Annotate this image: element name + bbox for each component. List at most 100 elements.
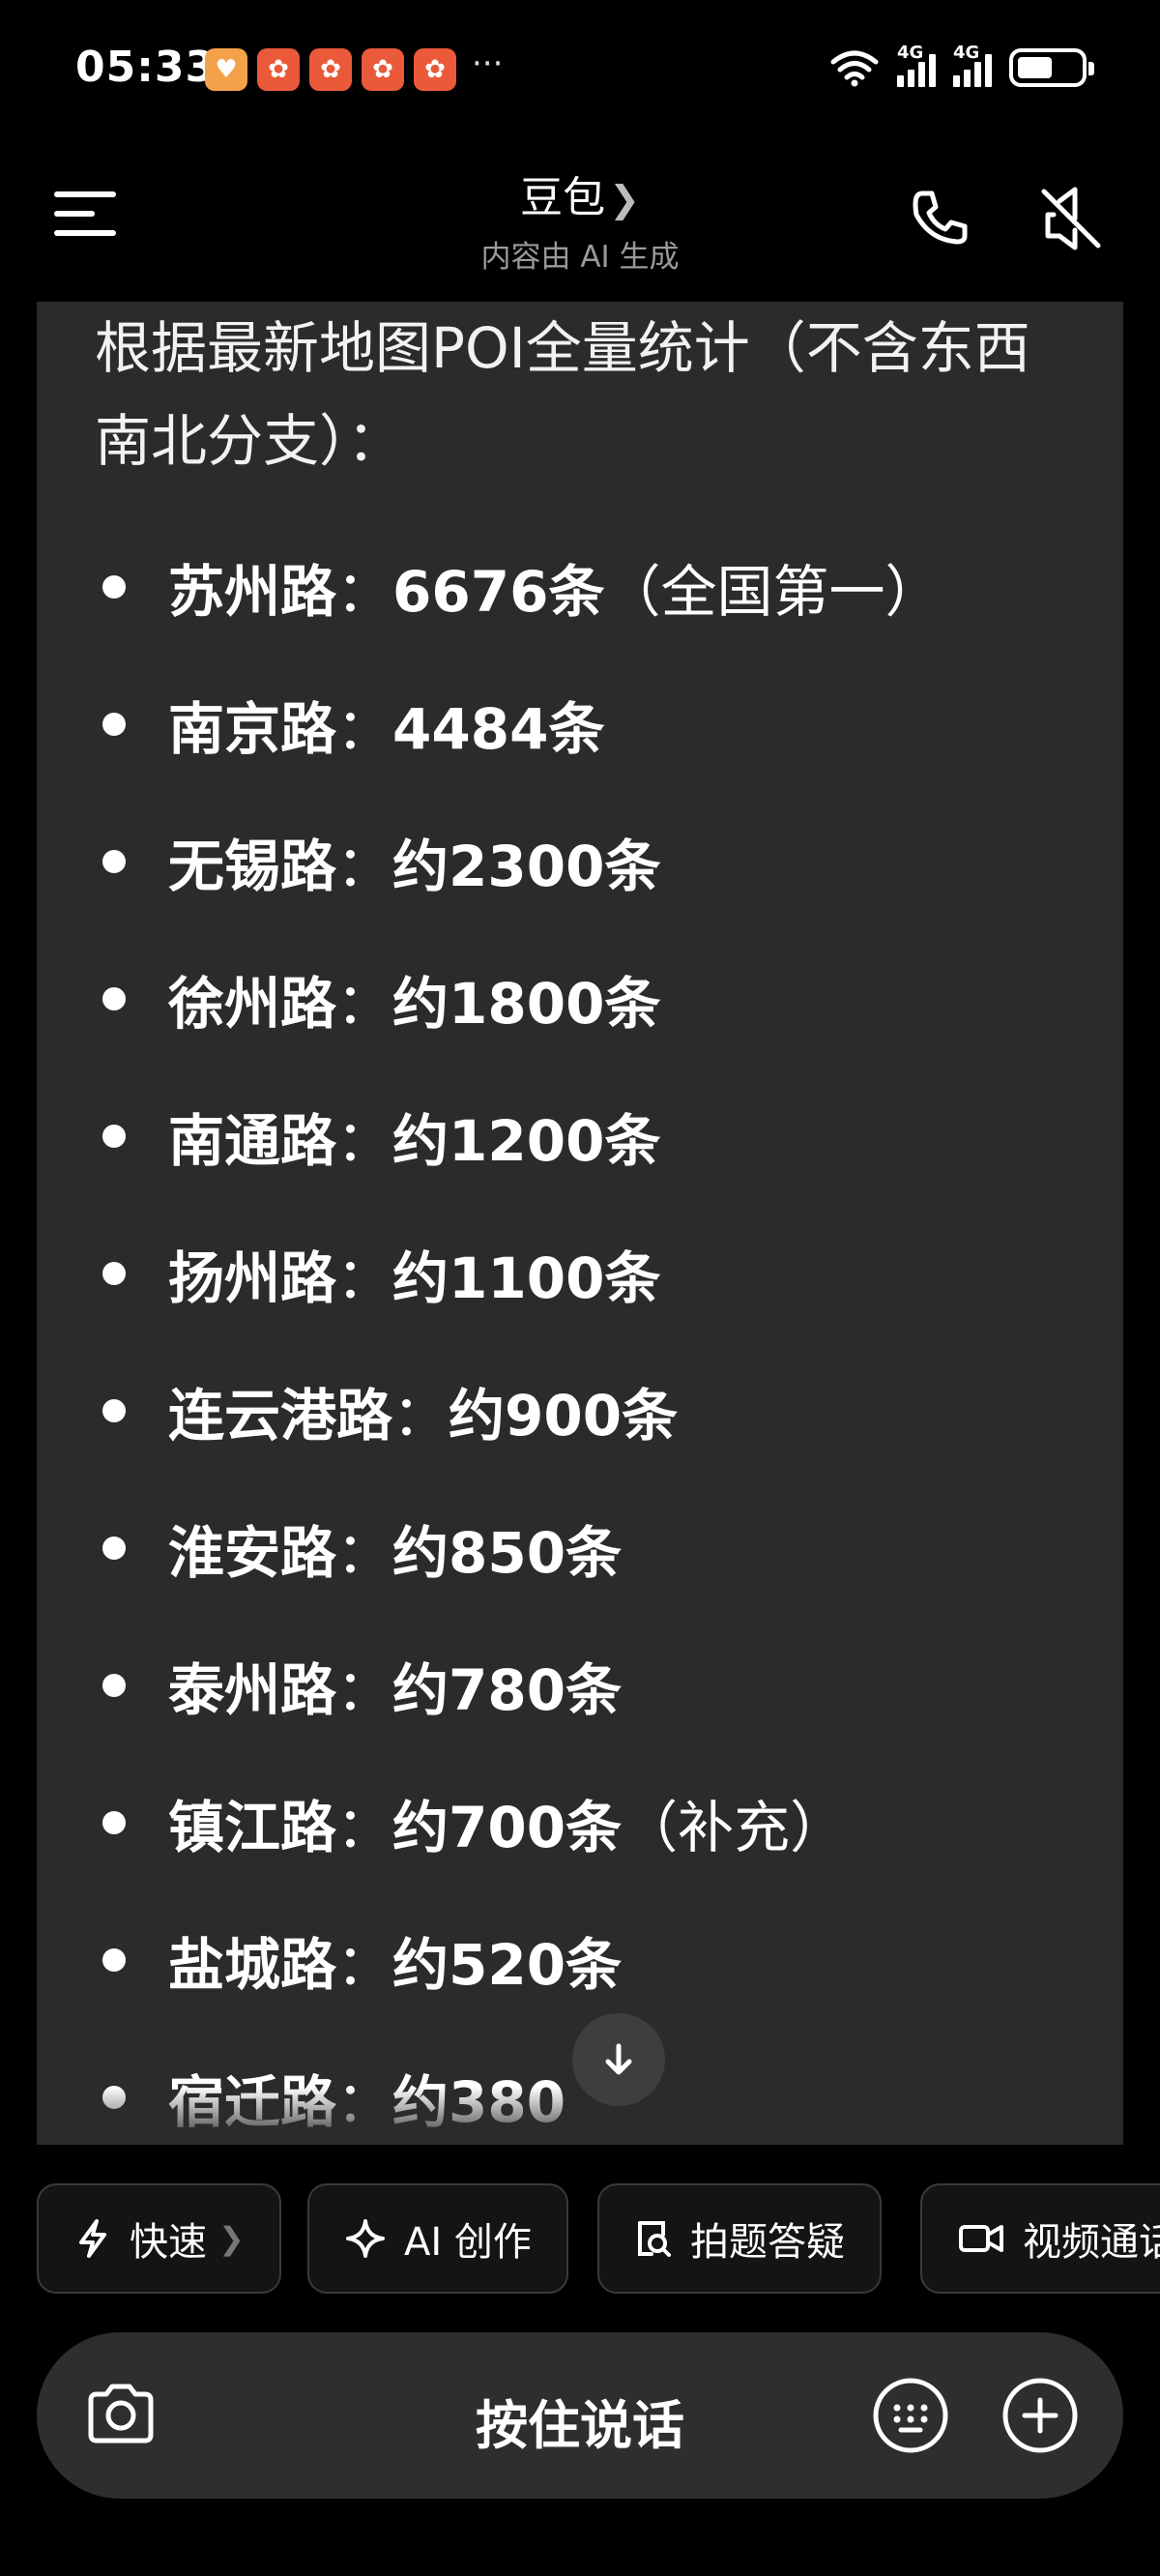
list-item-text: 苏州路：6676条（全国第一） [168, 546, 941, 628]
bot-name: 豆包 [520, 173, 606, 222]
assistant-message: 根据最新地图POI全量统计（不含东西南北分支）： 苏州路：6676条（全国第一）… [37, 302, 1123, 2145]
app-notification-icon: ✿ [414, 48, 456, 91]
message-intro: 根据最新地图POI全量统计（不含东西南北分支）： [95, 315, 1030, 474]
list-item-text: 连云港路：约900条 [168, 1370, 678, 1451]
bullet-icon [102, 1537, 126, 1560]
item-count: 约520条 [392, 1932, 623, 1998]
item-road: 扬州路 [168, 1245, 337, 1311]
bullet-icon [102, 987, 126, 1010]
phone-icon[interactable] [901, 180, 978, 257]
item-sep: ： [336, 1520, 393, 1586]
list-item-text: 无锡路：约2300条 [168, 821, 660, 902]
list-item-text: 扬州路：约1100条 [168, 1233, 660, 1314]
video-icon [959, 2225, 1003, 2252]
cell-signal-icon: 4G [953, 43, 992, 87]
item-count: 约700条 [392, 1795, 623, 1860]
bullet-icon [102, 713, 126, 736]
list-item-text: 南通路：约1200条 [168, 1096, 660, 1177]
list-item: 徐州路：约1800条 [37, 930, 1123, 1068]
keyboard-emoji-icon[interactable] [870, 2375, 951, 2456]
list-item-text: 徐州路：约1800条 [168, 958, 660, 1039]
screen: 05:33 ♥ ✿ ✿ ✿ ✿ ··· 4G 4G 豆包 ❯ 内容由 AI 生成… [0, 0, 1160, 2576]
title-block[interactable]: 豆包 ❯ 内容由 AI 生成 [0, 162, 1160, 276]
input-bar: 按住说话 [37, 2332, 1123, 2499]
bullet-icon [102, 575, 126, 599]
lightning-icon [79, 2219, 106, 2258]
bot-title[interactable]: 豆包 ❯ [520, 162, 640, 224]
bullet-icon [102, 1399, 126, 1422]
quick-action-video-call[interactable]: 视频通话 [920, 2183, 1160, 2294]
hold-to-talk-button[interactable]: 按住说话 [37, 2383, 1123, 2459]
item-road: 徐州路 [168, 971, 337, 1037]
item-sep: ： [336, 971, 393, 1037]
list-item: 镇江路：约700条（补充） [37, 1754, 1123, 1891]
item-road: 泰州路 [168, 1657, 337, 1723]
quick-action-photo-question[interactable]: 拍题答疑 [597, 2183, 882, 2294]
item-count: 约900条 [449, 1383, 679, 1449]
quick-action-fast[interactable]: 快速 ❯ [37, 2183, 281, 2294]
quick-action-label: 拍题答疑 [690, 2220, 845, 2265]
item-count: 约780条 [392, 1657, 623, 1723]
item-count: 6676条 [392, 559, 605, 625]
plus-icon[interactable] [1000, 2375, 1081, 2456]
list-item-text: 淮安路：约850条 [168, 1508, 622, 1589]
list-item-text: 盐城路：约520条 [168, 1919, 622, 2001]
app-notification-icon: ✿ [309, 48, 352, 91]
item-road: 淮安路 [168, 1520, 337, 1586]
status-bar: 05:33 ♥ ✿ ✿ ✿ ✿ ··· 4G 4G [0, 0, 1160, 135]
quick-action-label: 视频通话 [1023, 2220, 1160, 2265]
chevron-right-icon: ❯ [609, 178, 640, 220]
item-sep: ： [336, 834, 393, 899]
chat-header: 豆包 ❯ 内容由 AI 生成 [0, 145, 1160, 290]
list-item-text: 镇江路：约700条（补充） [168, 1782, 846, 1863]
list-item: 南京路：4484条 [37, 656, 1123, 793]
more-notifications-icon: ··· [472, 44, 504, 83]
item-note: （补充） [622, 1795, 847, 1860]
item-sep: ： [336, 1245, 393, 1311]
list-item-text: 泰州路：约780条 [168, 1645, 622, 1726]
quick-action-ai-create[interactable]: AI 创作 [307, 2183, 568, 2294]
scroll-to-bottom-button[interactable] [572, 2013, 665, 2106]
heart-app-icon: ♥ [205, 48, 247, 91]
arrow-down-icon [605, 2043, 632, 2075]
bullet-icon [102, 1674, 126, 1697]
item-sep: ： [336, 1932, 393, 1998]
bullet-icon [102, 1262, 126, 1285]
list-item: 盐城路：约520条 [37, 1891, 1123, 2029]
chevron-right-icon: ❯ [218, 2220, 245, 2257]
item-road: 苏州路 [168, 559, 337, 625]
status-time: 05:33 [75, 43, 217, 92]
network-type-label: 4G [897, 43, 924, 63]
list-item: 无锡路：约2300条 [37, 793, 1123, 930]
list-item: 泰州路：约780条 [37, 1617, 1123, 1754]
item-count: 约2300条 [392, 834, 661, 899]
item-sep: ： [336, 1657, 393, 1723]
app-notification-icon: ✿ [362, 48, 404, 91]
mute-speaker-icon[interactable] [1032, 180, 1110, 257]
road-list: 苏州路：6676条（全国第一） 南京路：4484条无锡路：约2300条 徐州路：约1… [37, 518, 1123, 2145]
item-sep: ： [336, 696, 393, 762]
bullet-icon [102, 1811, 126, 1834]
quick-actions-bar: 快速 ❯ AI 创作 拍题答疑 视频通话 [37, 2183, 1160, 2296]
list-item: 扬州路：约1100条 [37, 1205, 1123, 1342]
ai-generated-note: 内容由 AI 生成 [480, 240, 680, 275]
item-road: 南京路 [168, 696, 337, 762]
wifi-icon [830, 50, 879, 87]
item-road: 南通路 [168, 1108, 337, 1174]
item-count: 约850条 [392, 1520, 623, 1586]
bullet-icon [102, 1948, 126, 1972]
card-fade [37, 2087, 1123, 2145]
item-sep: ： [336, 1108, 393, 1174]
quick-action-label: AI 创作 [404, 2220, 532, 2265]
network-type-label: 4G [953, 43, 980, 63]
bullet-icon [102, 850, 126, 873]
item-sep: ： [392, 1383, 450, 1449]
item-road: 镇江路 [168, 1795, 337, 1860]
bullet-icon [102, 1125, 126, 1148]
list-item: 淮安路：约850条 [37, 1479, 1123, 1617]
cell-signal-icon: 4G [897, 43, 936, 87]
item-road: 连云港路 [168, 1383, 393, 1449]
list-item: 南通路：约1200条 [37, 1068, 1123, 1205]
photo-search-icon [638, 2221, 671, 2257]
item-sep: ： [336, 1795, 393, 1860]
